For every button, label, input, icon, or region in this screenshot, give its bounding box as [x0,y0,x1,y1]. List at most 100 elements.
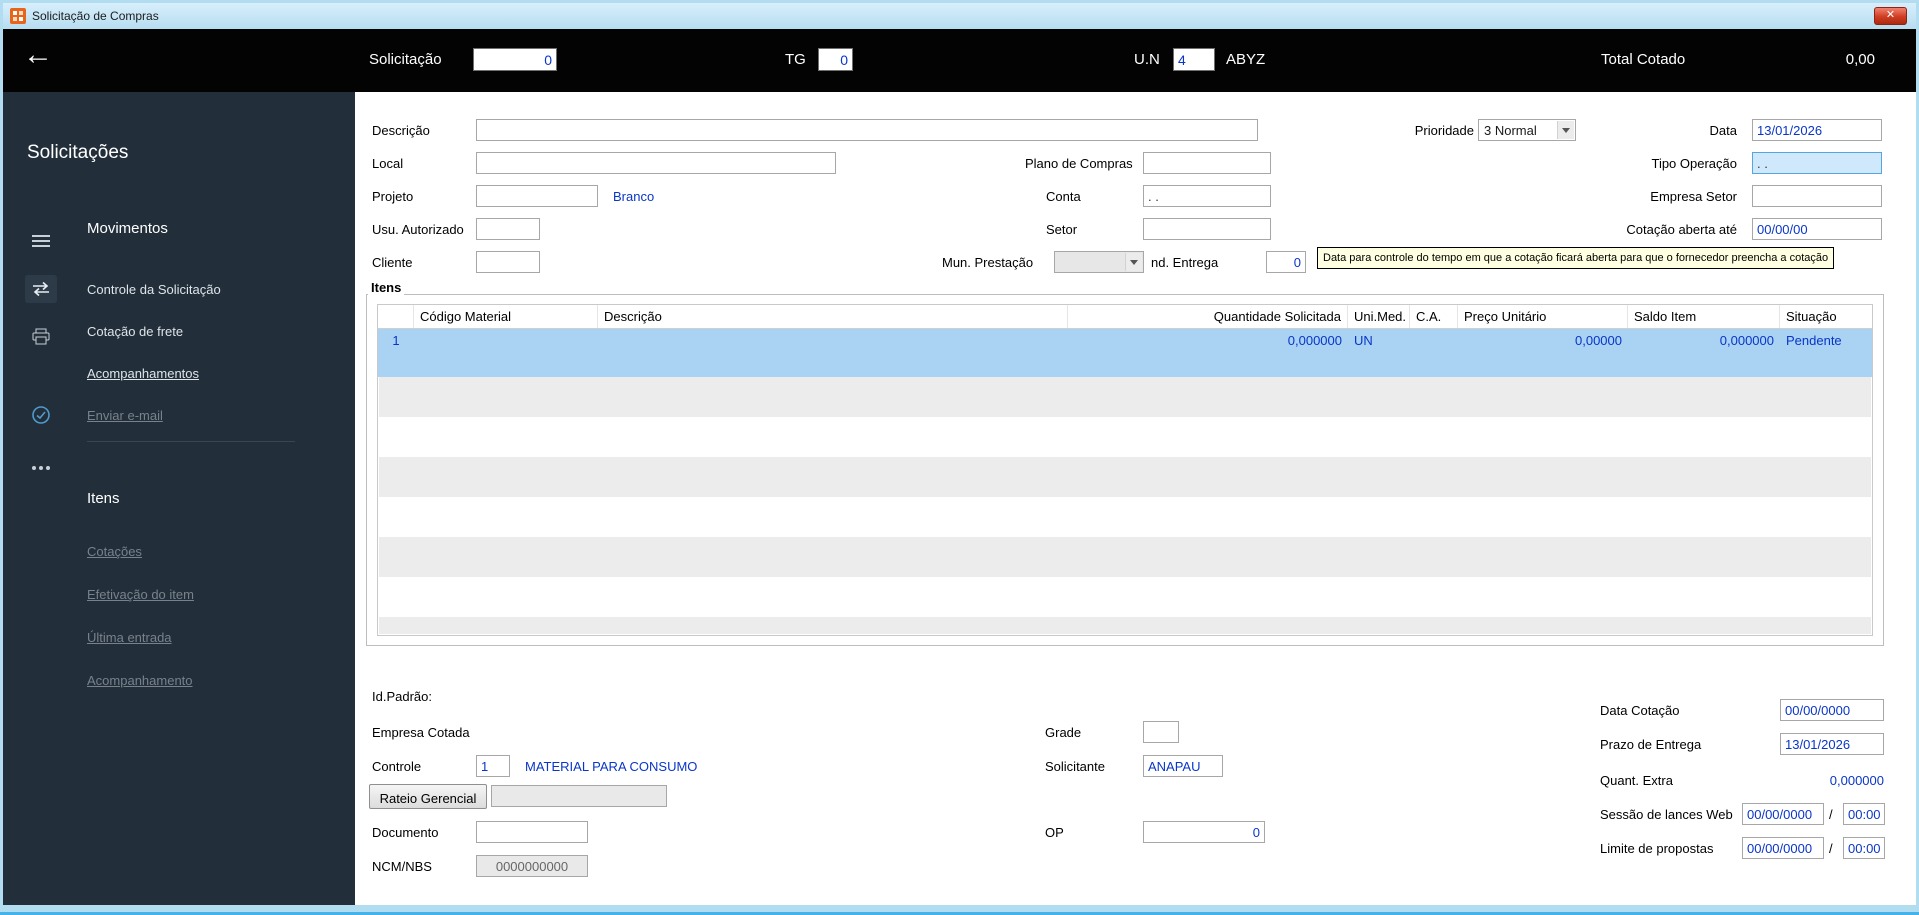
itens-grid: Código Material Descrição Quantidade Sol… [377,304,1873,636]
quant-extra-value: 0,000000 [1829,773,1884,788]
prioridade-select[interactable]: 3 Normal [1478,119,1576,141]
local-input[interactable] [476,152,836,174]
quantidade-cell: 0,000000 [1287,333,1342,348]
sessao-lances-time-input[interactable] [1843,803,1885,825]
cotacao-aberta-label: Cotação aberta até [1626,222,1737,237]
back-arrow-icon[interactable]: ← [23,39,53,71]
empty-rows-area [379,377,1871,634]
sidebar-item-efetivacao-item[interactable]: Efetivação do item [87,587,194,602]
grid-header-situacao[interactable]: Situação [1780,305,1872,328]
projeto-link[interactable]: Branco [613,189,654,204]
ncm-input[interactable] [476,855,588,877]
check-circle-icon[interactable] [25,401,57,429]
sessao-lances-label: Sessão de lances Web [1600,807,1733,822]
sidebar-item-enviar-email[interactable]: Enviar e-mail [87,408,163,423]
empresa-cotada-label: Empresa Cotada [372,725,470,740]
controle-desc: MATERIAL PARA CONSUMO [525,759,698,774]
codigo-material-cell [414,329,598,377]
ellipsis-icon[interactable] [25,454,57,482]
grid-header-quantidade[interactable]: Quantidade Solicitada [1068,305,1348,328]
grid-header-preco[interactable]: Preço Unitário [1458,305,1628,328]
solicitacao-input[interactable] [473,48,557,71]
printer-icon[interactable] [25,323,57,351]
app-window: Solicitação de Compras ✕ ← Solicitação T… [0,0,1919,915]
ncm-label: NCM/NBS [372,859,432,874]
usu-autorizado-label: Usu. Autorizado [372,222,464,237]
prazo-entrega-label: Prazo de Entrega [1600,737,1702,752]
limite-propostas-time-input[interactable] [1843,837,1885,859]
movimentos-heading: Movimentos [87,220,168,237]
conta-label: Conta [1046,189,1081,204]
limite-propostas-separator: / [1829,841,1833,856]
plano-compras-input[interactable] [1143,152,1271,174]
window-title: Solicitação de Compras [32,9,159,23]
rateio-gerencial-input[interactable] [491,785,667,807]
tg-label: TG [785,51,806,68]
menu-icon[interactable] [25,227,57,255]
close-button[interactable]: ✕ [1874,7,1907,25]
data-label: Data [1709,123,1737,138]
data-cotacao-label: Data Cotação [1600,703,1680,718]
plano-compras-label: Plano de Compras [1025,156,1133,171]
grid-header-codigo-material[interactable]: Código Material [414,305,598,328]
und-entrega-input[interactable] [1266,251,1306,273]
main-panel: Descrição Prioridade 3 Normal Data Local… [355,92,1916,905]
descricao-input[interactable] [476,119,1258,141]
grid-header-unimed[interactable]: Uni.Med. [1348,305,1410,328]
rateio-gerencial-button[interactable]: Rateio Gerencial [369,784,487,809]
cotacao-aberta-input[interactable] [1752,218,1882,240]
sidebar-item-controle-solicitacao[interactable]: Controle da Solicitação [87,282,221,297]
un-input[interactable] [1173,48,1215,71]
solicitante-input[interactable] [1143,755,1223,777]
itens-heading: Itens [87,490,120,507]
sidebar-item-acompanhamento[interactable]: Acompanhamento [87,673,193,688]
tg-input[interactable] [818,48,853,71]
total-cotado-value: 0,00 [1845,51,1875,68]
saldo-cell: 0,000000 [1719,333,1774,348]
projeto-input[interactable] [476,185,598,207]
op-input[interactable] [1143,821,1265,843]
sidebar: Solicitações Movimentos Controle da Soli… [3,92,355,905]
prazo-entrega-input[interactable] [1780,733,1884,755]
documento-label: Documento [372,825,439,840]
cliente-input[interactable] [476,251,540,273]
tipo-operacao-label: Tipo Operação [1651,156,1737,171]
limite-propostas-date-input[interactable] [1742,837,1824,859]
app-icon [10,8,26,24]
setor-label: Setor [1046,222,1078,237]
cliente-label: Cliente [372,255,413,270]
documento-input[interactable] [476,821,588,843]
grid-header-row: Código Material Descrição Quantidade Sol… [378,305,1872,329]
sessao-lances-date-input[interactable] [1742,803,1824,825]
chevron-down-icon [1557,121,1574,139]
sidebar-title: Solicitações [27,142,129,163]
sidebar-item-acompanhamentos[interactable]: Acompanhamentos [87,366,199,381]
und-entrega-label: nd. Entrega [1151,255,1219,270]
un-name: ABYZ [1226,51,1266,68]
appbar: ← Solicitação TG U.N ABYZ Total Cotado 0… [3,29,1916,92]
tooltip: Data para controle do tempo em que a cot… [1317,247,1835,269]
table-row[interactable]: 1 0,000000 UN 0,00000 0,000000 Pendente [378,329,1872,377]
empresa-setor-input[interactable] [1752,185,1882,207]
tipo-operacao-input[interactable] [1752,152,1882,174]
controle-input[interactable] [476,755,510,777]
mun-prestacao-select[interactable] [1054,251,1144,273]
un-label: U.N [1134,51,1160,68]
grid-header-saldo[interactable]: Saldo Item [1628,305,1780,328]
usu-autorizado-input[interactable] [476,218,540,240]
grade-input[interactable] [1143,721,1179,743]
sidebar-item-ultima-entrada[interactable]: Última entrada [87,630,172,645]
conta-input[interactable] [1143,185,1271,207]
grid-header-ca[interactable]: C.A. [1410,305,1458,328]
sidebar-item-cotacoes[interactable]: Cotações [87,544,142,559]
projeto-label: Projeto [372,189,414,204]
solicitacao-label: Solicitação [369,51,442,68]
controle-label: Controle [372,759,422,774]
grid-header-descricao[interactable]: Descrição [598,305,1068,328]
sidebar-divider [87,441,295,442]
data-cotacao-input[interactable] [1780,699,1884,721]
sidebar-item-cotacao-frete[interactable]: Cotação de frete [87,324,183,339]
setor-input[interactable] [1143,218,1271,240]
swap-arrows-icon[interactable] [25,275,57,303]
data-input[interactable] [1752,119,1882,141]
